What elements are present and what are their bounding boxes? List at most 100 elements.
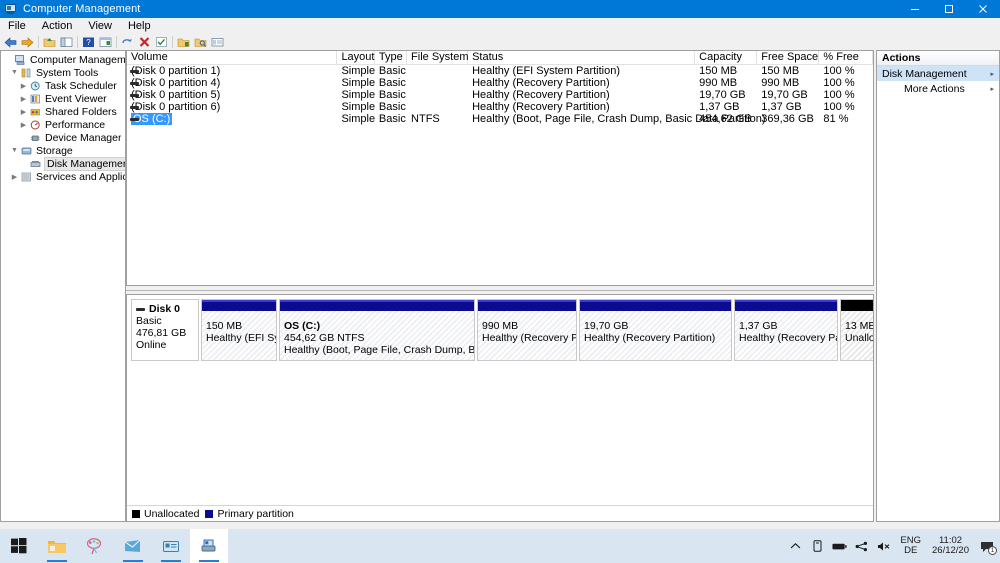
- action-item-label: Disk Management: [882, 67, 967, 80]
- cell-file-system: [407, 77, 468, 89]
- partition-block-recovery-3[interactable]: 1,37 GB Healthy (Recovery Partition): [734, 299, 838, 361]
- tree-item-computer-management[interactable]: Computer Management (Local): [1, 53, 125, 66]
- tree-item-device-manager[interactable]: Device Manager: [1, 131, 125, 144]
- sticky-notes-icon[interactable]: [152, 529, 190, 563]
- running-indicator: [123, 560, 143, 562]
- maximize-button[interactable]: [932, 0, 966, 18]
- tree-item-label: Performance: [45, 118, 106, 131]
- table-row[interactable]: (Disk 0 partition 5) Simple Basic Health…: [127, 89, 873, 101]
- actions-pane-header: Actions: [877, 51, 999, 66]
- table-row-selected[interactable]: OS (C:) Simple Basic NTFS Healthy (Boot,…: [127, 112, 873, 125]
- notification-center-icon[interactable]: 1: [978, 536, 997, 556]
- partition-block-efi[interactable]: 150 MB Healthy (EFI System: [201, 299, 277, 361]
- column-header-layout[interactable]: Layout: [336, 51, 375, 65]
- refresh-icon[interactable]: [119, 34, 136, 50]
- minimize-button[interactable]: [898, 0, 932, 18]
- tree-item-shared-folders[interactable]: ▶ Shared Folders: [1, 105, 125, 118]
- tree-expander[interactable]: ▶: [18, 93, 29, 104]
- column-header-status[interactable]: Status: [467, 51, 696, 65]
- tree-expander-collapse[interactable]: ▼: [9, 67, 20, 78]
- tree-item-storage[interactable]: ▼ Storage: [1, 144, 125, 157]
- language-indicator[interactable]: ENG DE: [898, 536, 923, 556]
- search-folder-icon[interactable]: [192, 34, 209, 50]
- table-row[interactable]: (Disk 0 partition 1) Simple Basic Health…: [127, 64, 873, 77]
- volume-bar-icon: [130, 93, 139, 97]
- column-header-percent-free[interactable]: % Free: [818, 51, 873, 65]
- help-icon[interactable]: ?: [80, 34, 97, 50]
- cell-free-space: 1,37 GB: [761, 100, 802, 113]
- up-one-level-icon[interactable]: [41, 34, 58, 50]
- show-hide-console-tree-icon[interactable]: [58, 34, 75, 50]
- tree-item-label: Device Manager: [45, 131, 122, 144]
- column-header-free-space[interactable]: Free Space: [756, 51, 820, 65]
- network-icon[interactable]: [854, 536, 869, 556]
- partition-body: OS (C:) 454,62 GB NTFS Healthy (Boot, Pa…: [280, 311, 474, 360]
- toolbar-separator: [77, 36, 78, 48]
- disk-info-box[interactable]: Disk 0 Basic 476,81 GB Online: [131, 299, 199, 361]
- tree-expander[interactable]: ▶: [9, 171, 20, 182]
- partition-block-recovery-1[interactable]: 990 MB Healthy (Recovery Partition: [477, 299, 577, 361]
- mail-icon[interactable]: [114, 529, 152, 563]
- disk-management-icon: [29, 158, 42, 170]
- computer-management-window: Computer Management File Action View Hel…: [0, 0, 1000, 563]
- table-row[interactable]: (Disk 0 partition 4) Simple Basic Health…: [127, 77, 873, 89]
- action-item-more-actions[interactable]: More Actions ▸: [877, 81, 999, 96]
- clock[interactable]: 11:02 26/12/20: [930, 536, 971, 556]
- menu-help[interactable]: Help: [120, 18, 159, 34]
- tree-expander-collapse[interactable]: ▼: [9, 145, 20, 156]
- partition-status: Unallocat: [845, 332, 874, 344]
- start-button[interactable]: [0, 529, 38, 563]
- tree-expander[interactable]: ▶: [18, 80, 29, 91]
- tree-item-event-viewer[interactable]: ▶ Event Viewer: [1, 92, 125, 105]
- action-item-disk-management[interactable]: Disk Management ▸: [877, 66, 999, 81]
- computer-icon: [14, 54, 27, 66]
- export-list-icon[interactable]: [153, 34, 170, 50]
- column-header-file-system[interactable]: File System: [406, 51, 469, 65]
- tree-expander[interactable]: ▶: [18, 106, 29, 117]
- show-details-icon[interactable]: [209, 34, 226, 50]
- volume-bar-icon: [130, 117, 139, 121]
- paint-3d-icon[interactable]: [76, 529, 114, 563]
- taskbar-computer-management-icon[interactable]: [190, 529, 228, 563]
- partition-block-recovery-2[interactable]: 19,70 GB Healthy (Recovery Partition): [579, 299, 732, 361]
- column-header-volume[interactable]: Volume: [127, 51, 338, 65]
- tree-item-services-and-applications[interactable]: ▶ Services and Applications: [1, 170, 125, 183]
- tree-item-label: System Tools: [36, 66, 99, 79]
- partition-block-os-c[interactable]: OS (C:) 454,62 GB NTFS Healthy (Boot, Pa…: [279, 299, 475, 361]
- file-explorer-icon[interactable]: [38, 529, 76, 563]
- tree-expander[interactable]: ▶: [18, 119, 29, 130]
- tree-item-system-tools[interactable]: ▼ System Tools: [1, 66, 125, 79]
- tree-item-disk-management[interactable]: Disk Management: [1, 156, 125, 171]
- properties-icon[interactable]: [97, 34, 114, 50]
- tree-item-task-scheduler[interactable]: ▶ Task Scheduler: [1, 79, 125, 92]
- column-header-capacity[interactable]: Capacity: [694, 51, 758, 65]
- onedrive-icon[interactable]: [810, 536, 825, 556]
- pane-splitter[interactable]: [126, 286, 874, 294]
- delete-icon[interactable]: [136, 34, 153, 50]
- menu-view[interactable]: View: [80, 18, 120, 34]
- close-button[interactable]: [966, 0, 1000, 18]
- partition-size: 1,37 GB: [739, 320, 778, 332]
- menu-action[interactable]: Action: [34, 18, 81, 34]
- partition-name: OS (C:): [284, 320, 321, 332]
- menu-file[interactable]: File: [0, 18, 34, 34]
- partition-block-unallocated[interactable]: 13 MB Unallocat: [840, 299, 874, 361]
- tree-item-performance[interactable]: ▶ Performance: [1, 118, 125, 131]
- volume-muted-icon[interactable]: [876, 536, 891, 556]
- forward-icon[interactable]: [19, 34, 36, 50]
- new-folder-icon[interactable]: [175, 34, 192, 50]
- table-row[interactable]: (Disk 0 partition 6) Simple Basic Health…: [127, 101, 873, 113]
- cell-volume: (Disk 0 partition 1): [127, 64, 337, 77]
- column-header-type[interactable]: Type: [374, 51, 408, 65]
- disk-name: Disk 0: [149, 303, 180, 315]
- battery-icon[interactable]: [832, 536, 848, 556]
- tree-expander[interactable]: [3, 54, 14, 65]
- menu-bar: File Action View Help: [0, 18, 1000, 34]
- partition-status: Healthy (Recovery Partition: [482, 332, 576, 344]
- show-hidden-icons-icon[interactable]: [788, 536, 803, 556]
- cell-layout: Simple: [341, 100, 376, 113]
- tree-item-label: Shared Folders: [45, 105, 117, 118]
- back-icon[interactable]: [2, 34, 19, 50]
- partition-body: 1,37 GB Healthy (Recovery Partition): [735, 311, 837, 360]
- title-bar: Computer Management: [0, 0, 1000, 18]
